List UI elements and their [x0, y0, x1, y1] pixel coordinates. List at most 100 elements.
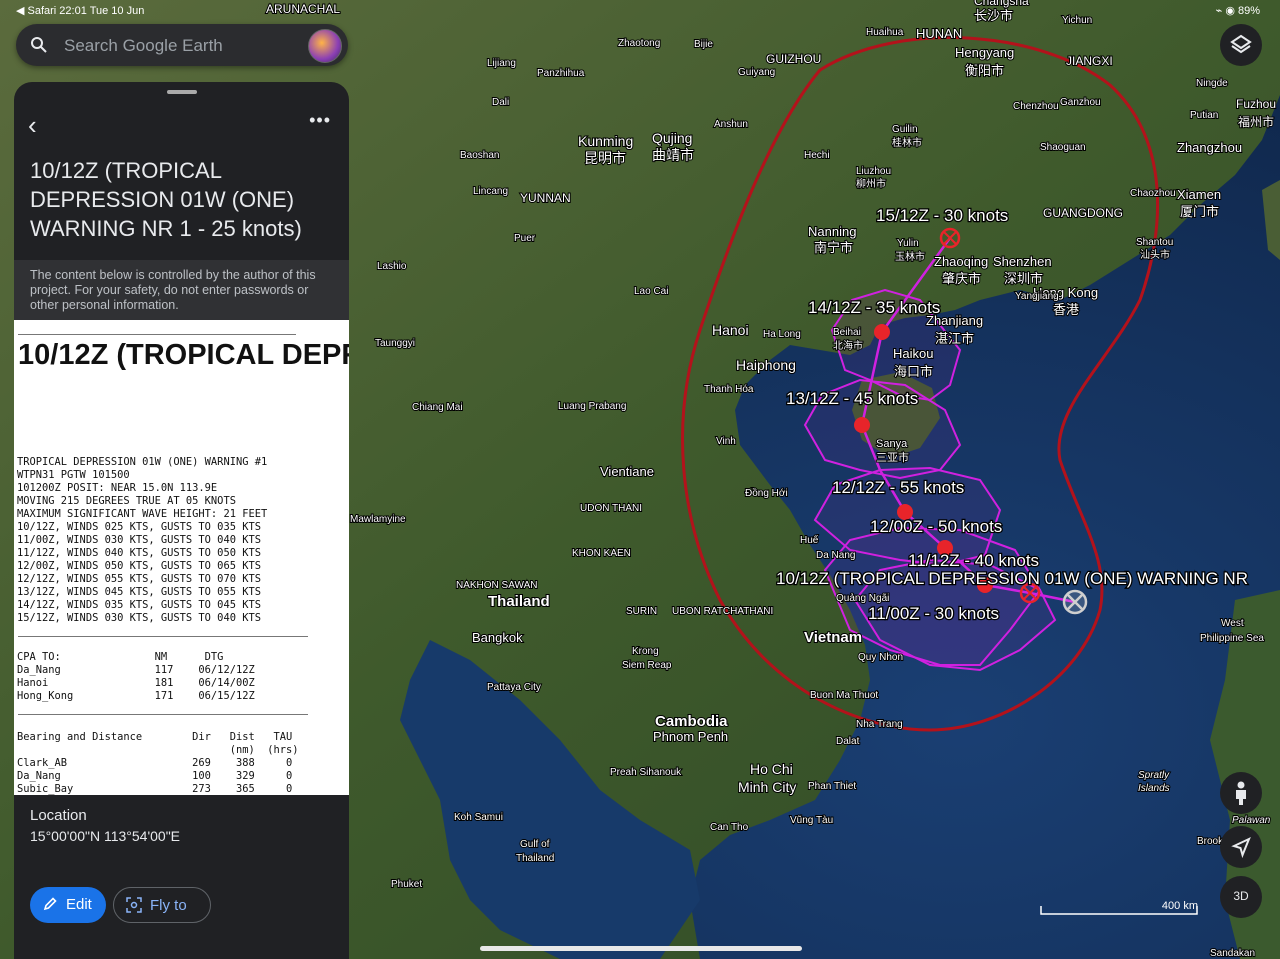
place-label: Fuzhou	[1236, 97, 1276, 111]
place-label: Minh City	[738, 779, 796, 795]
search-bar[interactable]: Search Google Earth	[16, 24, 348, 66]
place-label: 汕头市	[1140, 248, 1170, 261]
description-document[interactable]: 10/12Z (TROPICAL DEPRESSION 01W (ONE) WA…	[14, 320, 349, 795]
place-label: Koh Samui	[454, 812, 503, 823]
place-label: Puer	[514, 233, 536, 244]
feature-panel: ‹ ••• 10/12Z (TROPICAL DEPRESSION 01W (O…	[14, 82, 349, 959]
content-notice: The content below is controlled by the a…	[14, 260, 349, 320]
document-heading: 10/12Z (TROPICAL DEPRESSION 01W (ONE) WA…	[18, 339, 349, 371]
place-label: Gulf of	[520, 839, 550, 850]
place-label: 三亚市	[876, 450, 909, 464]
place-label: Siem Reap	[622, 660, 672, 671]
place-label: Guiyang	[738, 67, 775, 78]
place-label: YUNNAN	[520, 191, 571, 205]
place-label: NAKHON SAWAN	[456, 580, 538, 591]
scale-bar: 400 km	[1040, 900, 1198, 916]
search-icon	[31, 37, 47, 53]
place-label: 北海市	[833, 339, 863, 352]
my-location-button[interactable]	[1220, 826, 1262, 868]
place-label: Philippine Sea	[1200, 633, 1264, 644]
place-label: Beihai	[833, 327, 861, 338]
drag-handle[interactable]	[167, 90, 197, 94]
place-label: 厦门市	[1180, 204, 1219, 219]
account-avatar[interactable]	[308, 29, 342, 63]
place-label: Ningde	[1196, 78, 1228, 89]
track-label: 14/12Z - 35 knots	[808, 298, 940, 317]
place-label: Cambodia	[655, 713, 728, 730]
place-label: 海口市	[894, 364, 933, 379]
back-arrow-icon[interactable]: ‹	[28, 112, 37, 138]
fly-to-button[interactable]: Fly to	[113, 887, 211, 923]
edit-button[interactable]: Edit	[30, 887, 106, 923]
place-label: Shaoguan	[1040, 142, 1086, 153]
place-label: 南宁市	[814, 240, 853, 255]
place-label: Taunggyi	[375, 338, 415, 349]
place-label: Kunming	[578, 133, 633, 149]
place-label: Da Nang	[816, 550, 855, 561]
street-view-button[interactable]	[1220, 772, 1262, 814]
place-label: Preah Sihanouk	[610, 767, 682, 778]
track-label: 12/12Z - 55 knots	[832, 478, 964, 497]
place-label: Vientiane	[600, 464, 654, 479]
place-label: Dalat	[836, 736, 860, 747]
place-label: Palawan	[1232, 815, 1271, 826]
more-options-icon[interactable]: •••	[309, 110, 331, 131]
place-label: Quảng Ngãi	[836, 593, 889, 604]
track-label: 10/12Z (TROPICAL DEPRESSION 01W (ONE) WA…	[776, 569, 1248, 588]
place-label: 香港	[1053, 302, 1079, 317]
focus-target-icon	[126, 897, 142, 913]
place-label: Nha Trang	[856, 719, 903, 730]
place-label: Huế	[800, 534, 819, 546]
place-label: Qujing	[652, 130, 692, 146]
3d-toggle-button[interactable]: 3D	[1220, 876, 1262, 918]
pegman-icon	[1236, 781, 1246, 805]
place-label: Lijiang	[487, 58, 516, 69]
place-label: Hechi	[804, 150, 830, 161]
place-label: Anshun	[714, 119, 748, 130]
divider	[18, 334, 296, 335]
place-label: Chaozhou	[1130, 188, 1176, 199]
edit-label: Edit	[66, 896, 92, 913]
search-input[interactable]: Search Google Earth	[64, 36, 223, 56]
place-label: Hengyang	[955, 45, 1014, 60]
place-label: GUIZHOU	[766, 52, 821, 66]
place-label: 衡阳市	[965, 63, 1004, 78]
place-label: Panzhihua	[537, 68, 585, 79]
place-label: Shantou	[1136, 237, 1173, 248]
layers-icon	[1230, 34, 1252, 54]
place-label: Huaihua	[866, 27, 904, 38]
track-label: 11/00Z - 30 knots	[868, 604, 999, 623]
place-label: Phan Thiet	[808, 781, 856, 792]
place-label: Liuzhou	[856, 166, 891, 177]
place-label: Hanoi	[712, 322, 749, 338]
place-label: Zhaoqing	[934, 254, 988, 269]
place-label: SURIN	[626, 606, 657, 617]
place-label: UBON RATCHATHANI	[672, 606, 773, 617]
place-label: Zhanjiang	[926, 313, 983, 328]
navigation-arrow-icon	[1231, 837, 1251, 859]
place-label: Zhaotong	[618, 38, 660, 49]
place-label: Krong	[632, 646, 659, 657]
place-label: Sanya	[876, 438, 908, 450]
place-label: Chenzhou	[1013, 101, 1059, 112]
place-label: KHON KAEN	[572, 548, 631, 559]
place-label: Lashio	[377, 261, 407, 272]
place-label: Thailand	[488, 593, 550, 610]
place-label: Shenzhen	[993, 254, 1052, 269]
place-label: Ho Chi	[750, 761, 793, 777]
place-label: Phnom Penh	[653, 729, 728, 744]
place-label: Xiamen	[1177, 187, 1221, 202]
home-indicator[interactable]	[480, 946, 802, 951]
pencil-icon	[43, 897, 57, 911]
place-label: Pattaya City	[487, 682, 541, 693]
place-label: UDON THANI	[580, 503, 642, 514]
layers-button[interactable]	[1220, 24, 1262, 66]
place-label: Lao Cai	[634, 286, 668, 297]
location-label: Location	[30, 807, 87, 824]
bearing-distance-table: Bearing and Distance Dir Dist TAU (nm) (…	[17, 731, 299, 795]
place-label: Vinh	[716, 436, 736, 447]
place-label: 桂林市	[892, 136, 922, 149]
place-label: Guilin	[892, 124, 918, 135]
place-label: Chiang Mai	[412, 402, 463, 413]
location-section: Location 15°00'00"N 113°54'00"E Edit Fly…	[14, 795, 349, 959]
